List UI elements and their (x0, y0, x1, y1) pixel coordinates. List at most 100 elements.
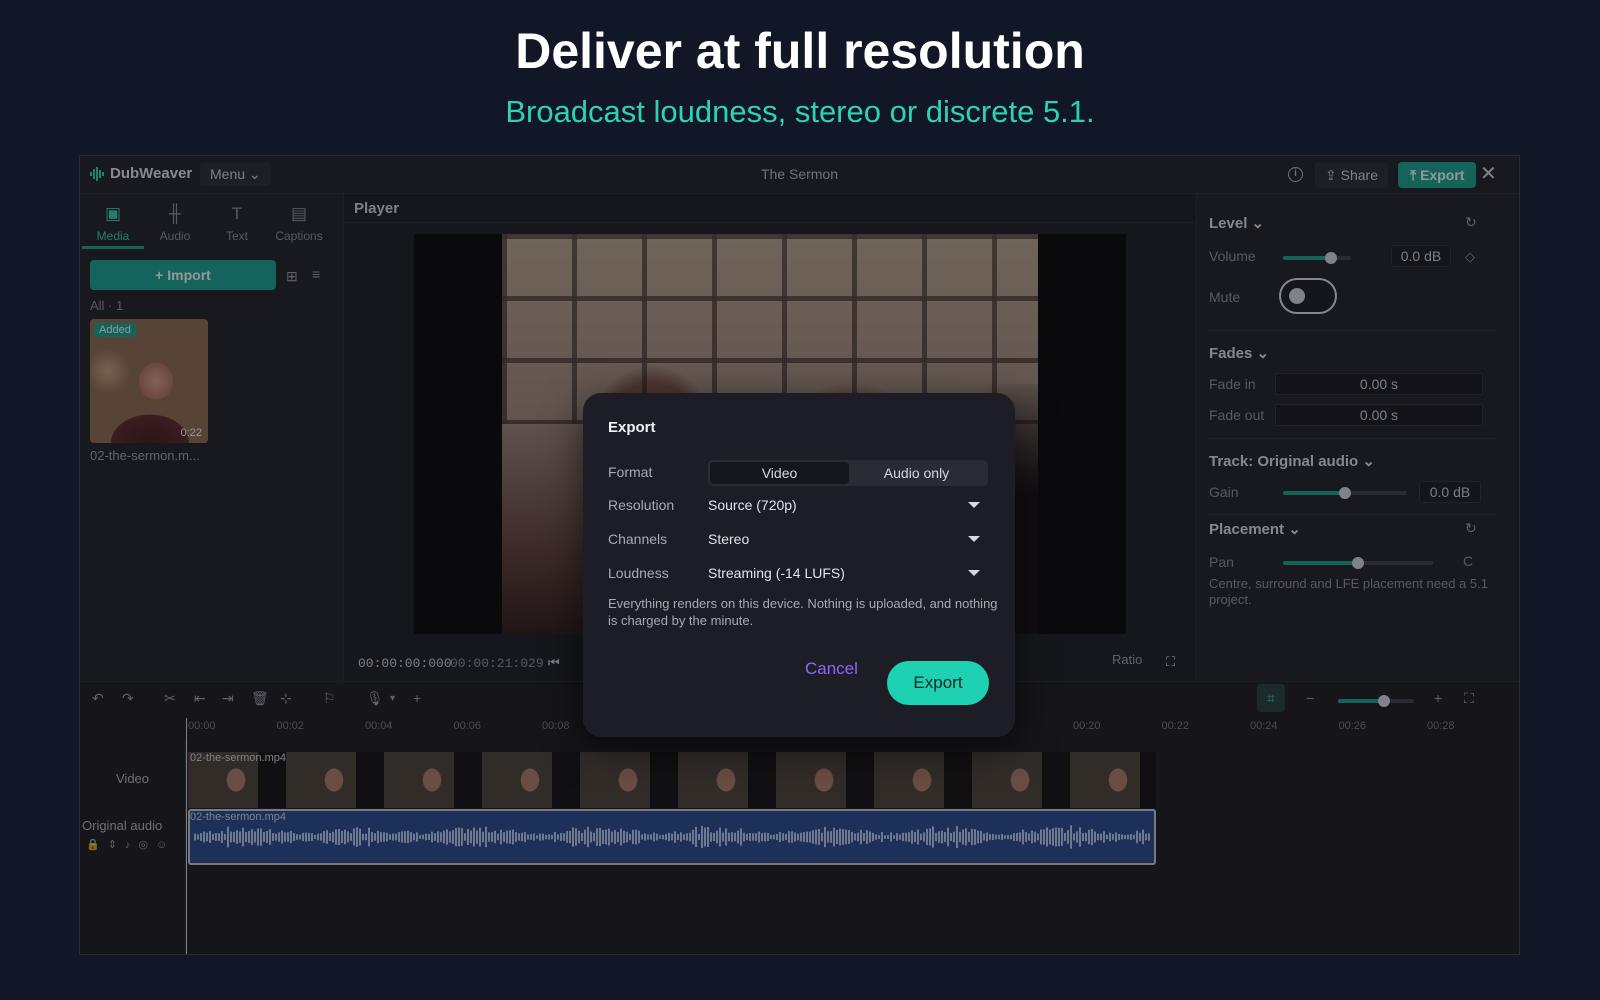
waveform-bar (980, 830, 982, 844)
scissors-icon[interactable]: ✂ (164, 690, 176, 707)
fullscreen-icon[interactable]: ⛶ (1166, 654, 1175, 670)
waveform-bar (722, 832, 724, 842)
waveform-bar (521, 832, 523, 842)
delete-icon[interactable]: 🗑 (251, 690, 269, 707)
waveform-bar (425, 833, 427, 841)
video-clip[interactable] (188, 752, 1156, 808)
waveform-bar (263, 832, 265, 842)
share-button[interactable]: ⇪ Share (1315, 162, 1388, 188)
zoom-out-icon[interactable]: − (1306, 690, 1314, 706)
waveform-bar (842, 829, 844, 845)
media-filter[interactable]: All · 1 (90, 298, 123, 313)
keyframe-diamond-icon[interactable]: ◇ (1465, 249, 1475, 265)
fade-out-field[interactable]: 0.00 s (1275, 404, 1483, 426)
plus-icon: + (155, 267, 164, 283)
timeline-zoom-slider[interactable] (1338, 695, 1414, 707)
split-icon[interactable]: ⊹ (280, 690, 292, 707)
plus-icon[interactable]: + (413, 690, 421, 706)
waveform-bar (1046, 827, 1048, 847)
tab-text[interactable]: T Text (206, 204, 268, 243)
reset-icon[interactable]: ↻ (1465, 520, 1477, 537)
waveform-bar (905, 832, 907, 842)
snap-icon[interactable]: ⌗ (1257, 684, 1285, 712)
grid-view-icon[interactable]: ⊞ (286, 268, 298, 285)
pan-slider-handle[interactable] (1352, 557, 1364, 569)
ratio-button[interactable]: Ratio (1112, 652, 1142, 667)
waveform-bar (644, 833, 646, 841)
marker-flag-icon[interactable]: ⚐ (323, 690, 336, 707)
split-left-icon[interactable]: ⇤ (194, 690, 206, 707)
media-thumbnail[interactable]: Added 0:22 (90, 319, 208, 443)
mute-toggle[interactable] (1279, 278, 1337, 314)
volume-value[interactable]: 0.0 dB (1391, 245, 1451, 267)
reset-icon[interactable]: ↻ (1465, 214, 1477, 231)
waveform-bar (848, 830, 850, 844)
waveform-bar (1052, 828, 1054, 846)
lock-icon[interactable]: 🔒 (86, 839, 108, 851)
export-top-button[interactable]: ⤒ Export (1398, 162, 1477, 188)
export-top-label: Export (1420, 167, 1465, 183)
volume-slider-handle[interactable] (1324, 252, 1337, 264)
headphones-icon[interactable]: ◎ (138, 839, 156, 851)
waveform-bar (287, 832, 289, 842)
gain-slider-handle[interactable] (1339, 487, 1351, 499)
waveform-bar (257, 828, 259, 846)
active-tab-indicator (82, 246, 144, 249)
waveform-bar (209, 831, 211, 843)
current-timecode: 00:00:00:000 (358, 656, 452, 671)
audio-clip[interactable] (188, 809, 1156, 865)
format-option-audio-only[interactable]: Audio only (847, 462, 986, 484)
loudness-select[interactable]: Streaming (-14 LUFS) (708, 561, 988, 585)
chevron-down-icon[interactable]: ▾ (390, 693, 395, 704)
waveform-bar (524, 831, 526, 843)
format-option-video[interactable]: Video (710, 462, 849, 484)
mute-label: Mute (1209, 289, 1241, 305)
waveform-bar (401, 831, 403, 843)
cancel-button[interactable]: Cancel (805, 659, 858, 679)
microphone-icon[interactable]: 🎙 (366, 690, 384, 707)
sort-icon[interactable]: ≡ (312, 266, 320, 282)
playhead[interactable] (186, 718, 187, 954)
text-icon: T (231, 204, 243, 223)
track-section-title[interactable]: Track: Original audio ⌄ (1209, 452, 1375, 470)
level-section-title[interactable]: Level ⌄ (1209, 214, 1264, 232)
redo-icon[interactable]: ↷ (122, 690, 134, 707)
fade-in-field[interactable]: 0.00 s (1275, 373, 1483, 395)
split-right-icon[interactable]: ⇥ (222, 690, 234, 707)
zoom-slider-handle[interactable] (1377, 695, 1390, 707)
waveform-bar (860, 829, 862, 845)
menu-button[interactable]: Menu ⌄ (200, 162, 271, 186)
undo-icon[interactable]: ↶ (92, 690, 104, 707)
waveform-bar (485, 826, 487, 848)
volume-slider-fill (1283, 256, 1331, 260)
height-icon[interactable]: ⇕ (108, 839, 125, 851)
channels-label: Channels (608, 531, 668, 547)
export-button[interactable]: Export (887, 661, 989, 705)
waveform-bar (851, 831, 853, 843)
resolution-select[interactable]: Source (720p) (708, 493, 988, 517)
channels-select[interactable]: Stereo (708, 527, 988, 551)
gain-slider[interactable] (1283, 487, 1407, 499)
gain-value[interactable]: 0.0 dB (1419, 481, 1481, 503)
speaker-icon[interactable]: ♪ (125, 839, 139, 851)
waveform-bar (593, 832, 595, 842)
skip-to-start-icon[interactable]: ⏮ (548, 655, 560, 671)
fades-section-title[interactable]: Fades ⌄ (1209, 344, 1269, 362)
placement-section-title[interactable]: Placement ⌄ (1209, 520, 1301, 538)
zoom-in-icon[interactable]: + (1434, 690, 1442, 706)
chevron-down-icon: ⌄ (1362, 453, 1375, 470)
import-button[interactable]: + Import (90, 260, 276, 290)
tab-audio[interactable]: ╫ Audio (144, 204, 206, 243)
tab-media[interactable]: ▣ Media (82, 204, 144, 243)
pan-slider[interactable] (1283, 557, 1433, 569)
waveform-bar (227, 826, 229, 848)
info-icon[interactable]: i (1288, 167, 1303, 182)
waveform-bar (1067, 830, 1069, 844)
volume-slider[interactable] (1283, 252, 1351, 264)
waveform-bar (545, 834, 547, 840)
fit-to-window-icon[interactable]: ⛶ (1464, 690, 1474, 707)
waveform-bar (938, 831, 940, 843)
tab-captions[interactable]: ▤ Captions (268, 204, 330, 243)
voice-icon[interactable]: ☺ (156, 839, 175, 851)
close-icon[interactable]: ✕ (1480, 161, 1497, 186)
